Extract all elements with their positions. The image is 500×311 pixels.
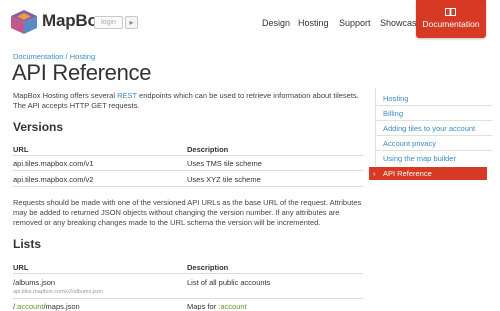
sidebar-item-account-privacy[interactable]: Account privacy: [383, 139, 436, 148]
sidebar-divider: [375, 135, 492, 136]
lists-col-description: Description: [187, 263, 229, 272]
lists-heading: Lists: [13, 237, 42, 251]
table-divider: [13, 186, 363, 187]
sidebar-item-api-reference[interactable]: ‹ API Reference: [369, 167, 487, 180]
versions-row-2-description: Uses XYZ tile scheme: [187, 175, 261, 184]
sidebar-divider: [375, 105, 492, 106]
nav-hosting[interactable]: Hosting: [298, 18, 329, 28]
lists-row-1-example-url[interactable]: api.tiles.mapbox.com/v2/albums.json: [13, 289, 103, 295]
versions-row-1-description: Uses TMS tile scheme: [187, 159, 262, 168]
sidebar-item-map-builder[interactable]: Using the map builder: [383, 154, 456, 163]
lists-row-2-url-var: :account: [15, 302, 44, 311]
login-arrow-icon[interactable]: ▸: [125, 16, 138, 29]
table-divider: [13, 298, 363, 299]
versions-heading: Versions: [13, 120, 64, 134]
nav-design[interactable]: Design: [262, 18, 290, 28]
lists-row-2-url-suffix: /maps.json: [43, 302, 80, 311]
sidebar-item-billing[interactable]: Billing: [383, 109, 403, 118]
versions-row-1-url: api.tiles.mapbox.com/v1: [13, 159, 94, 168]
nav-documentation[interactable]: Documentation: [416, 0, 486, 38]
table-divider: [13, 170, 363, 171]
sidebar-divider: [375, 120, 492, 121]
nav-documentation-label: Documentation: [422, 19, 480, 29]
lists-row-2-description-var: :account: [218, 302, 247, 311]
rest-link[interactable]: REST: [117, 91, 137, 100]
mapbox-logo-icon[interactable]: [10, 9, 38, 35]
lists-row-1-description: List of all public accounts: [187, 278, 271, 287]
book-icon: [445, 8, 456, 16]
lists-row-2-description: Maps for :account: [187, 302, 247, 311]
sidebar-divider: [375, 150, 492, 151]
sidebar-border: [375, 88, 376, 166]
login-button[interactable]: login: [94, 16, 123, 29]
table-divider: [13, 155, 363, 156]
lists-row-2-url: /:account/maps.json: [13, 302, 80, 311]
intro-text: MapBox Hosting offers several REST endpo…: [13, 91, 365, 111]
lists-col-url: URL: [13, 263, 29, 272]
nav-support[interactable]: Support: [339, 18, 371, 28]
sidebar-item-api-reference-label: API Reference: [383, 169, 432, 178]
sidebar-item-adding-tiles[interactable]: Adding tiles to your account: [383, 124, 475, 133]
intro-text-start: MapBox Hosting offers several: [13, 91, 118, 100]
lists-row-1-url: /albums.json: [13, 278, 56, 287]
versions-col-url: URL: [13, 145, 29, 154]
top-header: MapBox login ▸ Design Hosting Support Sh…: [0, 0, 500, 40]
versions-col-description: Description: [187, 145, 229, 154]
table-divider: [13, 273, 363, 274]
versioning-paragraph: Requests should be made with one of the …: [13, 198, 362, 227]
chevron-left-icon: ‹: [373, 169, 376, 178]
versions-row-2-url: api.tiles.mapbox.com/v2: [13, 175, 94, 184]
lists-row-2-description-prefix: Maps for: [187, 302, 219, 311]
page-title: API Reference: [12, 60, 152, 85]
sidebar-item-hosting[interactable]: Hosting: [383, 94, 408, 103]
